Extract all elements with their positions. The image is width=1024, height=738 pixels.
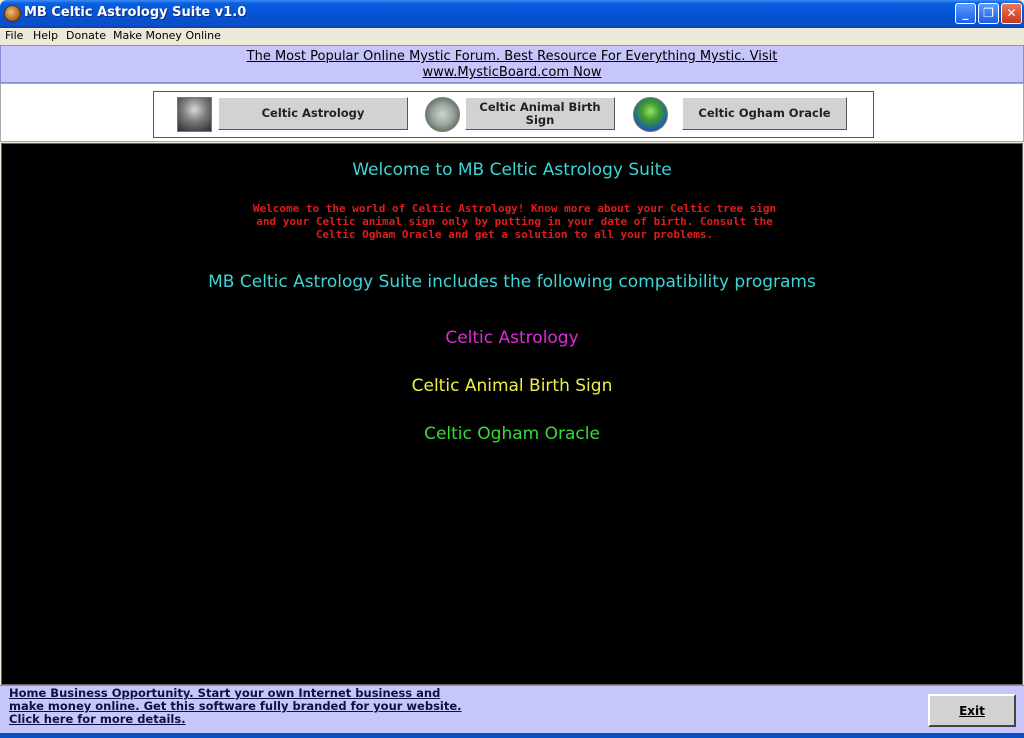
celtic-ogham-oracle-button[interactable]: Celtic Ogham Oracle (682, 97, 847, 130)
mysticboard-link-line1[interactable]: The Most Popular Online Mystic Forum. Be… (202, 49, 822, 65)
close-button[interactable]: ✕ (1001, 3, 1022, 24)
program-celtic-astrology[interactable]: Celtic Astrology (2, 328, 1022, 348)
welcome-text: Welcome to the world of Celtic Astrology… (252, 202, 777, 241)
menu-bar: File Help Donate Make Money Online (0, 28, 1024, 45)
tree-icon[interactable] (177, 97, 212, 132)
mysticboard-link-line2[interactable]: www.MysticBoard.com Now (202, 65, 822, 81)
menu-help[interactable]: Help (33, 29, 58, 42)
celtic-astrology-button[interactable]: Celtic Astrology (218, 97, 408, 130)
menu-make-money-online[interactable]: Make Money Online (113, 29, 221, 42)
menu-donate[interactable]: Donate (66, 29, 106, 42)
top-ad-banner: The Most Popular Online Mystic Forum. Be… (0, 45, 1024, 83)
toolbar: Celtic Astrology Celtic Animal Birth Sig… (153, 91, 874, 138)
app-icon (4, 5, 21, 22)
celtic-animal-birth-sign-button[interactable]: Celtic Animal Birth Sign (465, 97, 615, 130)
menu-file[interactable]: File (5, 29, 23, 42)
home-business-link[interactable]: Home Business Opportunity. Start your ow… (9, 687, 479, 726)
animal-icon[interactable] (425, 97, 460, 132)
maximize-button[interactable]: ❐ (978, 3, 999, 24)
window-bottom-border (0, 733, 1024, 738)
exit-label: Exit (959, 703, 985, 718)
includes-text: MB Celtic Astrology Suite includes the f… (208, 272, 816, 292)
title-bar[interactable]: MB Celtic Astrology Suite v1.0 _ ❐ ✕ (0, 0, 1024, 28)
minimize-button[interactable]: _ (955, 3, 976, 24)
toolbar-panel: Celtic Astrology Celtic Animal Birth Sig… (0, 83, 1024, 142)
ogham-icon[interactable] (633, 97, 668, 132)
exit-button[interactable]: Exit (928, 694, 1016, 727)
program-celtic-ogham-oracle[interactable]: Celtic Ogham Oracle (2, 424, 1022, 444)
bottom-bar: Home Business Opportunity. Start your ow… (0, 685, 1024, 738)
window-title: MB Celtic Astrology Suite v1.0 (24, 5, 247, 20)
main-content: Welcome to MB Celtic Astrology Suite Wel… (1, 143, 1023, 685)
welcome-title: Welcome to MB Celtic Astrology Suite (352, 160, 672, 180)
home-business-line3[interactable]: Click here for more details. (9, 713, 479, 726)
program-celtic-animal-birth-sign[interactable]: Celtic Animal Birth Sign (2, 376, 1022, 396)
